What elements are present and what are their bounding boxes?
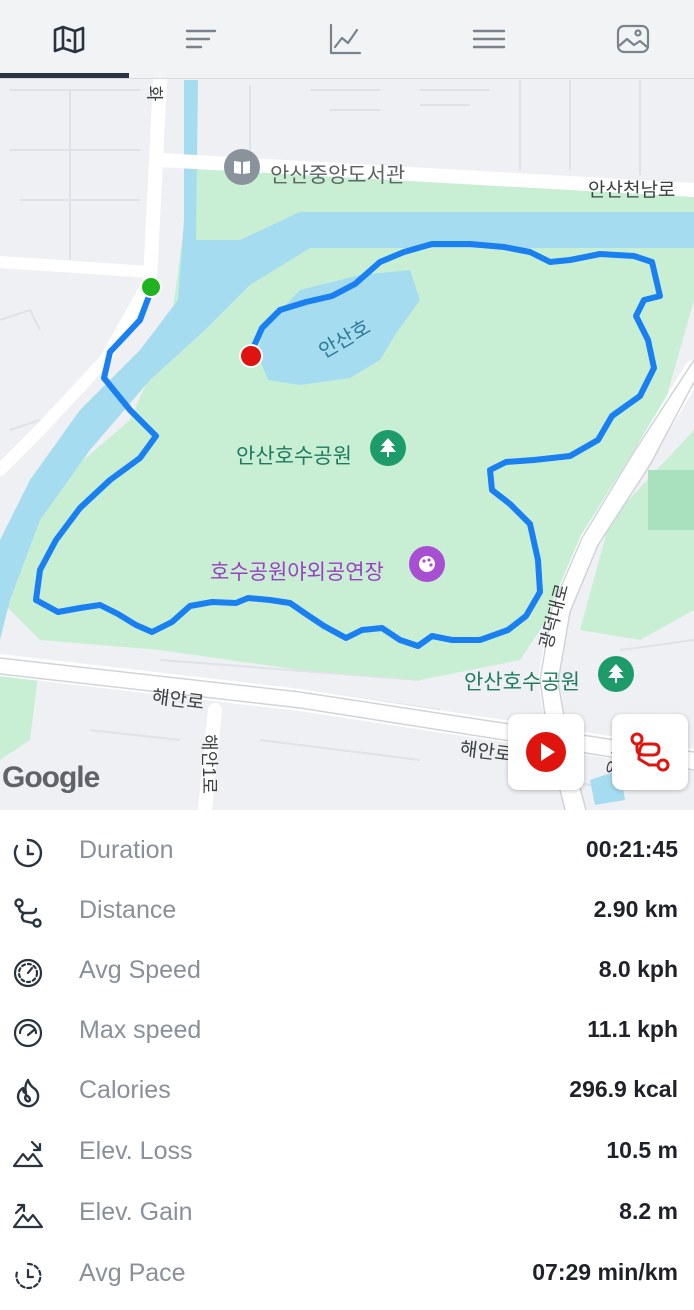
tab-laps[interactable] [132, 0, 270, 78]
library-label: 안산중앙도서관 [270, 164, 406, 187]
library-icon[interactable] [224, 149, 260, 185]
park-label: 안산호수공원 [236, 445, 352, 468]
stat-row-duration: Duration 00:21:45 [0, 822, 694, 882]
stats-panel: Duration 00:21:45 Distance 2.90 km Avg S… [0, 810, 694, 1310]
play-icon [526, 732, 566, 772]
stat-value: 8.0 kph [598, 956, 678, 982]
google-attribution: Google [2, 761, 100, 794]
stat-label: Avg Speed [79, 956, 201, 984]
stat-label: Distance [79, 896, 177, 924]
max-speedometer-icon [13, 1018, 43, 1048]
road-label-top: 화 [144, 85, 164, 102]
stat-value: 2.90 km [593, 896, 678, 922]
stat-value: 10.5 m [606, 1137, 678, 1163]
stat-row-avg-speed: Avg Speed 8.0 kph [0, 942, 694, 1002]
stat-row-avg-pace: Avg Pace 07:29 min/km [0, 1245, 694, 1305]
elevation-gain-icon [12, 1203, 44, 1229]
stat-label: Calories [79, 1076, 171, 1104]
park-tree-icon-2[interactable] [598, 656, 634, 692]
chart-icon [329, 23, 362, 55]
route-overview-button[interactable] [612, 714, 688, 790]
pace-icon [15, 1262, 42, 1290]
route-icon [630, 732, 670, 772]
play-route-button[interactable] [508, 714, 584, 790]
top-tab-bar [0, 0, 694, 79]
park-label-2: 안산호수공원 [464, 671, 580, 694]
stat-value: 8.2 m [619, 1198, 678, 1224]
park-tree-icon[interactable] [370, 430, 406, 466]
stat-value: 07:29 min/km [532, 1259, 678, 1285]
stat-row-elev-loss: Elev. Loss 10.5 m [0, 1123, 694, 1183]
tab-chart[interactable] [276, 0, 414, 78]
tab-photos[interactable] [564, 0, 694, 78]
route-end-marker [239, 344, 263, 368]
map-icon [53, 25, 85, 54]
road-label-cheonnam: 안산천남로 [588, 180, 676, 201]
stat-value: 00:21:45 [585, 836, 678, 862]
stat-label: Elev. Loss [79, 1137, 193, 1165]
tab-map[interactable] [0, 0, 138, 78]
speedometer-icon [13, 958, 43, 988]
stat-value: 296.9 kcal [569, 1076, 678, 1102]
road-label-haean1: 해안1로 [198, 734, 219, 794]
stat-value: 11.1 kph [587, 1016, 678, 1042]
route-icon [14, 898, 42, 928]
flame-icon [16, 1078, 40, 1108]
stat-label: Max speed [79, 1016, 202, 1044]
photo-icon [616, 24, 650, 54]
tab-menu[interactable] [420, 0, 558, 78]
stat-label: Duration [79, 836, 174, 864]
laps-icon [185, 29, 217, 49]
theater-label: 호수공원야외공연장 [210, 561, 384, 584]
menu-icon [472, 29, 506, 49]
stat-row-distance: Distance 2.90 km [0, 882, 694, 942]
clock-icon [13, 838, 43, 868]
route-start-marker [140, 276, 162, 298]
stat-row-calories: Calories 296.9 kcal [0, 1062, 694, 1122]
stat-row-elev-gain: Elev. Gain 8.2 m [0, 1184, 694, 1244]
active-tab-indicator [0, 73, 129, 78]
stat-row-max-speed: Max speed 11.1 kph [0, 1002, 694, 1062]
route-map[interactable]: 화 안산중앙도서관 안산천남로 안산호 안산호수공원 호수공원야외공연장 광덕대… [0, 79, 694, 810]
elevation-loss-icon [12, 1140, 44, 1168]
stat-label: Avg Pace [79, 1259, 186, 1287]
theater-palette-icon[interactable] [409, 546, 445, 582]
stat-label: Elev. Gain [79, 1198, 193, 1226]
